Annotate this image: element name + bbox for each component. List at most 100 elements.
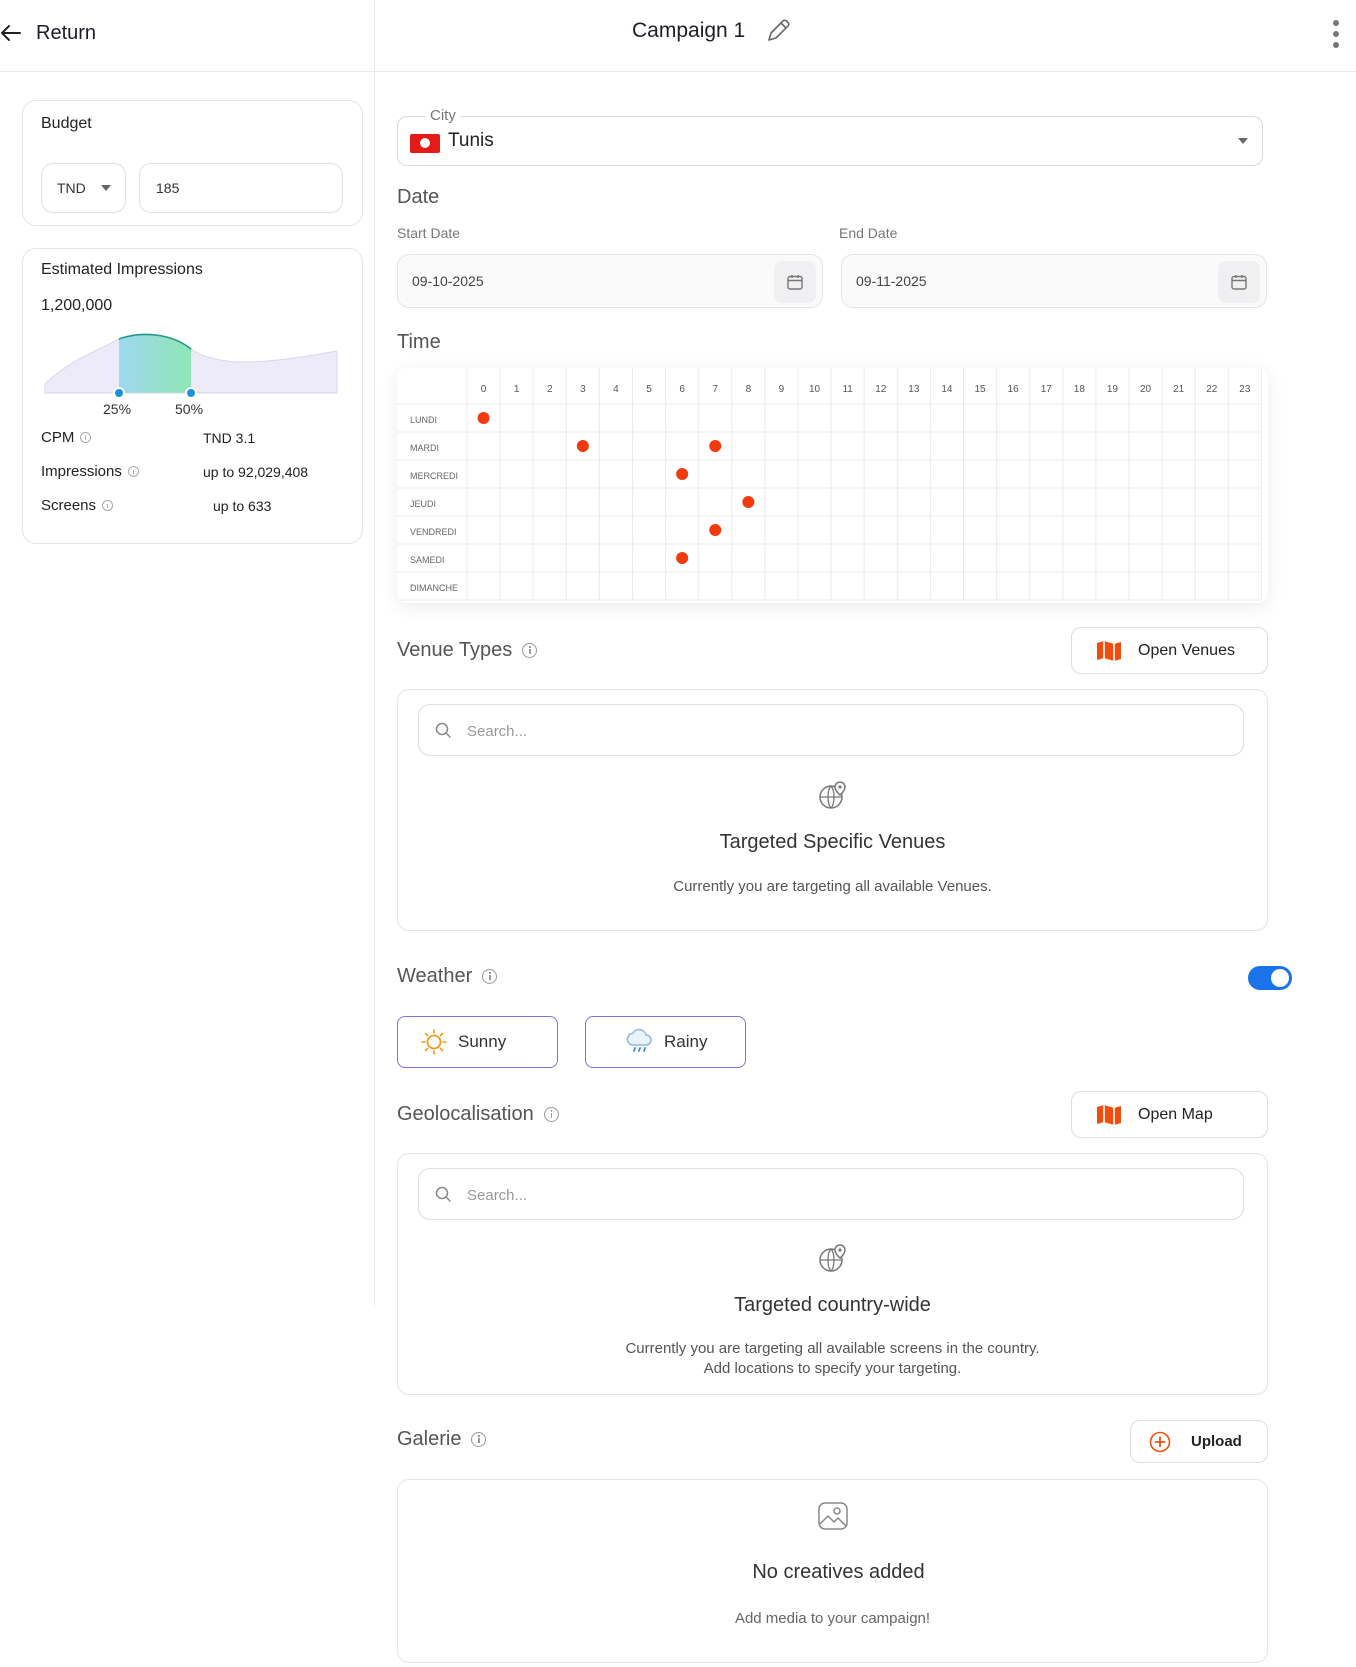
time-cell[interactable] — [1195, 488, 1228, 516]
time-cell[interactable] — [831, 460, 864, 488]
time-cell[interactable] — [1096, 516, 1129, 544]
time-cell[interactable] — [1063, 516, 1096, 544]
time-cell[interactable] — [666, 516, 699, 544]
time-cell[interactable] — [1129, 572, 1162, 600]
budget-amount-input[interactable] — [139, 163, 343, 213]
time-cell[interactable] — [864, 516, 897, 544]
time-cell[interactable] — [864, 488, 897, 516]
time-cell[interactable] — [1195, 544, 1228, 572]
time-cell[interactable] — [930, 432, 963, 460]
time-cell[interactable] — [1063, 404, 1096, 432]
time-cell[interactable] — [831, 516, 864, 544]
time-cell[interactable] — [1228, 432, 1261, 460]
time-cell[interactable] — [566, 544, 599, 572]
weather-toggle[interactable] — [1248, 966, 1292, 990]
time-cell[interactable] — [798, 516, 831, 544]
time-cell[interactable] — [533, 572, 566, 600]
time-cell[interactable] — [599, 404, 632, 432]
time-cell[interactable] — [1162, 488, 1195, 516]
time-cell[interactable] — [1129, 516, 1162, 544]
time-cell[interactable] — [964, 516, 997, 544]
time-cell[interactable] — [1030, 516, 1063, 544]
time-cell[interactable] — [864, 544, 897, 572]
time-cell[interactable] — [699, 488, 732, 516]
time-cell[interactable] — [467, 460, 500, 488]
time-cell[interactable] — [1030, 432, 1063, 460]
venues-search-input[interactable] — [467, 719, 1227, 743]
time-cell[interactable] — [732, 516, 765, 544]
time-cell[interactable] — [798, 404, 831, 432]
time-cell[interactable] — [831, 488, 864, 516]
time-cell[interactable] — [599, 516, 632, 544]
time-cell[interactable] — [864, 404, 897, 432]
time-cell[interactable] — [1228, 516, 1261, 544]
time-cell[interactable] — [500, 572, 533, 600]
time-cell[interactable] — [1162, 404, 1195, 432]
time-cell[interactable] — [633, 572, 666, 600]
selected-time-dot[interactable] — [576, 440, 589, 452]
time-cell[interactable] — [1228, 572, 1261, 600]
time-cell[interactable] — [765, 572, 798, 600]
time-cell[interactable] — [765, 432, 798, 460]
open-venues-button[interactable]: Open Venues — [1071, 627, 1268, 674]
time-cell[interactable] — [831, 544, 864, 572]
time-cell[interactable] — [831, 404, 864, 432]
time-cell[interactable] — [1228, 544, 1261, 572]
time-cell[interactable] — [1129, 404, 1162, 432]
time-cell[interactable] — [897, 488, 930, 516]
time-cell[interactable] — [732, 572, 765, 600]
time-cell[interactable] — [1063, 544, 1096, 572]
time-cell[interactable] — [467, 432, 500, 460]
time-cell[interactable] — [765, 488, 798, 516]
time-cell[interactable] — [765, 460, 798, 488]
time-cell[interactable] — [1129, 488, 1162, 516]
time-cell[interactable] — [897, 460, 930, 488]
time-cell[interactable] — [1063, 572, 1096, 600]
time-cell[interactable] — [864, 460, 897, 488]
time-cell[interactable] — [1162, 432, 1195, 460]
time-cell[interactable] — [1030, 572, 1063, 600]
time-cell[interactable] — [964, 460, 997, 488]
geo-search-box[interactable] — [418, 1168, 1244, 1220]
time-cell[interactable] — [897, 516, 930, 544]
time-cell[interactable] — [500, 460, 533, 488]
time-cell[interactable] — [997, 488, 1030, 516]
time-cell[interactable] — [666, 488, 699, 516]
time-cell[interactable] — [1063, 488, 1096, 516]
time-cell[interactable] — [1030, 404, 1063, 432]
time-cell[interactable] — [1096, 404, 1129, 432]
time-cell[interactable] — [533, 404, 566, 432]
time-cell[interactable] — [599, 432, 632, 460]
selected-time-dot[interactable] — [709, 440, 722, 452]
time-cell[interactable] — [467, 488, 500, 516]
time-cell[interactable] — [798, 488, 831, 516]
calendar-icon[interactable] — [1218, 261, 1260, 303]
time-cell[interactable] — [566, 460, 599, 488]
time-cell[interactable] — [599, 460, 632, 488]
time-cell[interactable] — [930, 460, 963, 488]
time-cell[interactable] — [633, 404, 666, 432]
time-cell[interactable] — [1096, 544, 1129, 572]
pencil-edit-icon[interactable] — [763, 16, 793, 46]
time-cell[interactable] — [1195, 516, 1228, 544]
time-cell[interactable] — [897, 432, 930, 460]
time-cell[interactable] — [1162, 572, 1195, 600]
time-cell[interactable] — [1030, 460, 1063, 488]
time-cell[interactable] — [831, 572, 864, 600]
time-cell[interactable] — [964, 432, 997, 460]
selected-time-dot[interactable] — [676, 468, 689, 480]
venues-search-box[interactable] — [418, 704, 1244, 756]
time-cell[interactable] — [533, 460, 566, 488]
time-cell[interactable] — [831, 432, 864, 460]
time-cell[interactable] — [599, 488, 632, 516]
time-cell[interactable] — [699, 404, 732, 432]
time-cell[interactable] — [997, 516, 1030, 544]
time-cell[interactable] — [566, 516, 599, 544]
time-cell[interactable] — [1030, 544, 1063, 572]
time-cell[interactable] — [765, 516, 798, 544]
time-cell[interactable] — [732, 432, 765, 460]
time-cell[interactable] — [732, 404, 765, 432]
time-cell[interactable] — [533, 432, 566, 460]
time-cell[interactable] — [566, 404, 599, 432]
time-cell[interactable] — [1162, 460, 1195, 488]
